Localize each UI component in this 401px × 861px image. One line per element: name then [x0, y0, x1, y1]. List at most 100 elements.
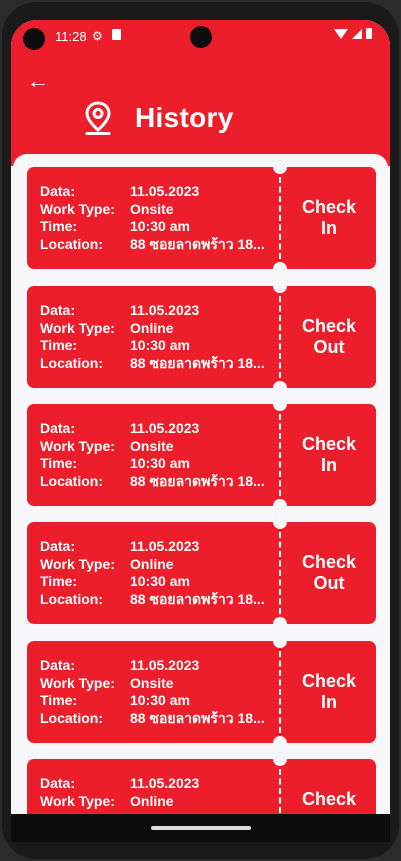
card-fields: Data: 11.05.2023 Work Type: Online Time: 10… — [40, 302, 280, 372]
action-label-line2: In — [321, 455, 337, 475]
work-type-value: Onsite — [130, 674, 174, 691]
date-value: 11.05.2023 — [130, 775, 200, 791]
card-notch — [273, 515, 287, 529]
dashed-divider — [279, 651, 281, 733]
date-label: Data: — [40, 183, 76, 199]
phone-frame: 11:28 ⚙ ← History Data: 11.05.2023 Work … — [2, 2, 399, 859]
card-notch — [273, 634, 287, 648]
card-notch — [273, 736, 287, 750]
time-label: Time: — [40, 573, 78, 589]
work-type-value: Onsite — [130, 200, 174, 217]
action-label-line1: Check — [301, 671, 357, 691]
date-label: Data: — [40, 302, 76, 318]
check-in-button[interactable]: Check In — [289, 404, 369, 506]
time-label: Time: — [40, 337, 78, 353]
card-notch — [273, 262, 287, 276]
card-notch — [273, 381, 287, 395]
dashed-divider — [279, 414, 281, 496]
location-value: 88 ซอยลาดพร้าว 18... — [130, 709, 265, 726]
card-notch — [273, 279, 287, 293]
location-value: 88 ซอยลาดพร้าว 18... — [130, 590, 265, 607]
card-fields: Data: 11.05.2023 Work Type: Onsite Time: 10… — [40, 420, 280, 490]
back-button[interactable]: ← — [27, 70, 49, 92]
card-notch — [273, 397, 287, 411]
time-value: 10:30 am — [130, 455, 190, 471]
time-value: 10:30 am — [130, 573, 190, 589]
work-type-label: Work Type: — [40, 437, 115, 454]
history-card: Data: 11.05.2023 Work Type: Onsite Time: 10… — [27, 634, 376, 750]
status-bar: 11:28 ⚙ — [11, 20, 390, 54]
date-label: Data: — [40, 420, 76, 436]
check-in-button[interactable]: Check In — [289, 167, 369, 269]
work-type-value: Onsite — [130, 437, 174, 454]
dashed-divider — [279, 532, 281, 614]
location-label: Location: — [40, 235, 103, 252]
title-row: History — [83, 100, 234, 136]
work-type-value: Online — [130, 319, 174, 336]
card-fields: Data: 11.05.2023 Work Type: Onsite Time: 10… — [40, 657, 280, 727]
work-type-label: Work Type: — [40, 674, 115, 691]
check-out-button[interactable]: Check Out — [289, 522, 369, 624]
date-label: Data: — [40, 538, 76, 554]
app-header: ← History — [11, 54, 390, 166]
action-label-line1: Check — [301, 789, 357, 809]
home-indicator[interactable] — [151, 826, 251, 830]
battery-icon — [366, 28, 372, 39]
card-notch — [273, 617, 287, 631]
action-label-line1: Check — [301, 434, 357, 454]
card-notch — [273, 752, 287, 766]
action-label-line2: Out — [313, 337, 345, 357]
location-label: Location: — [40, 709, 103, 726]
location-pin-icon — [85, 101, 111, 135]
location-label: Location: — [40, 590, 103, 607]
card-notch — [273, 499, 287, 513]
gear-icon: ⚙ — [92, 29, 103, 43]
card-fields: Data: 11.05.2023 Work Type: Online Time: 10… — [40, 538, 280, 608]
location-value: 88 ซอยลาดพร้าว 18... — [130, 235, 265, 252]
card-notch — [273, 160, 287, 174]
action-label-line2: Out — [313, 573, 345, 593]
date-value: 11.05.2023 — [130, 183, 200, 199]
action-label-line2: In — [321, 692, 337, 712]
history-card: Data: 11.05.2023 Work Type: Online Time: 10… — [27, 515, 376, 631]
location-label: Location: — [40, 354, 103, 371]
time-value: 10:30 am — [130, 692, 190, 708]
date-label: Data: — [40, 775, 76, 791]
history-sheet: Data: 11.05.2023 Work Type: Onsite Time: 10… — [13, 154, 388, 842]
dashed-divider — [279, 177, 281, 259]
app-screen: 11:28 ⚙ ← History Data: 11.05.2023 Work … — [11, 20, 390, 842]
card-fields: Data: 11.05.2023 Work Type: Online — [40, 775, 280, 810]
action-label-line2: In — [321, 218, 337, 238]
date-value: 11.05.2023 — [130, 538, 200, 554]
action-label-line1: Check — [301, 552, 357, 572]
status-time: 11:28 — [55, 29, 87, 44]
location-value: 88 ซอยลาดพร้าว 18... — [130, 354, 265, 371]
history-card: Data: 11.05.2023 Work Type: Onsite Time: 10… — [27, 160, 376, 276]
action-label-line1: Check — [301, 197, 357, 217]
history-card: Data: 11.05.2023 Work Type: Onsite Time: 10… — [27, 397, 376, 513]
time-label: Time: — [40, 692, 78, 708]
check-in-button[interactable]: Check In — [289, 641, 369, 743]
date-value: 11.05.2023 — [130, 657, 200, 673]
time-value: 10:30 am — [130, 337, 190, 353]
work-type-label: Work Type: — [40, 555, 115, 572]
signal-icon — [352, 28, 362, 39]
camera-dot — [23, 28, 45, 50]
work-type-label: Work Type: — [40, 319, 115, 336]
status-icons — [334, 28, 372, 39]
date-value: 11.05.2023 — [130, 302, 200, 318]
location-value: 88 ซอยลาดพร้าว 18... — [130, 472, 265, 489]
work-type-value: Online — [130, 792, 174, 809]
time-value: 10:30 am — [130, 218, 190, 234]
location-label: Location: — [40, 472, 103, 489]
sd-card-icon — [112, 29, 121, 40]
system-nav-bar — [11, 814, 390, 842]
work-type-label: Work Type: — [40, 792, 115, 809]
date-value: 11.05.2023 — [130, 420, 200, 436]
work-type-value: Online — [130, 555, 174, 572]
front-camera — [190, 26, 212, 48]
card-fields: Data: 11.05.2023 Work Type: Onsite Time: 10… — [40, 183, 280, 253]
dashed-divider — [279, 296, 281, 378]
date-label: Data: — [40, 657, 76, 673]
check-out-button[interactable]: Check Out — [289, 286, 369, 388]
